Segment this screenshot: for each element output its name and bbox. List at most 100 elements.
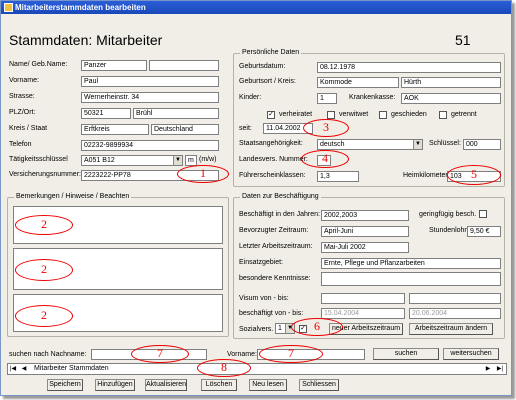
search-button[interactable]: suchen — [373, 348, 439, 360]
search-firstname-label: Vorname: — [227, 351, 257, 358]
annotation-8: 8 — [197, 359, 251, 377]
search-lastname-label: suchen nach Nachname: — [9, 351, 87, 358]
stundenlohn-label: Stundenlohn: — [429, 227, 471, 234]
sozialvers-value: 1 — [278, 325, 282, 332]
close-button[interactable]: Schliessen — [299, 379, 339, 391]
telefon-field[interactable]: 02232-9899934 — [81, 140, 219, 151]
telefon-label: Telefon — [9, 141, 32, 148]
first-record-icon[interactable]: |◀ — [9, 364, 17, 374]
stundenlohn-field[interactable]: 9,50 € — [467, 226, 501, 237]
geschieden-checkbox[interactable] — [379, 111, 387, 119]
annotation-7b: 7 — [259, 345, 323, 363]
schluessel-field[interactable]: 000 — [463, 139, 501, 150]
annotation-1: 1 — [177, 165, 229, 183]
staat-field[interactable]: Deutschland — [151, 124, 219, 135]
plz-field[interactable]: 50321 — [81, 108, 131, 119]
last-record-icon[interactable]: ▶| — [496, 364, 504, 374]
geburtsort-label: Geburtsort / Kreis: — [239, 78, 296, 85]
heimkilometer-label: Heimkilometer: — [403, 172, 450, 179]
ort-field[interactable]: Brühl — [133, 108, 219, 119]
taetigkeit-select[interactable]: A051 B12 ▼ — [81, 155, 183, 166]
geburtsort-field[interactable]: Kommode — [317, 77, 399, 88]
staatsangehoerigkeit-label: Staatsangehörigkeit: — [239, 140, 303, 147]
add-button[interactable]: Hinzufügen — [95, 379, 135, 391]
strasse-label: Strasse: — [9, 93, 35, 100]
getrennt-label: getrennt — [451, 111, 477, 118]
annotation-2a: 2 — [15, 215, 73, 235]
landesvers-label: Landesvers. Nummer: — [239, 156, 308, 163]
employment-caption: Daten zur Beschäftigung — [240, 193, 321, 200]
birth-name-field[interactable] — [149, 60, 219, 71]
kenntnisse-field[interactable] — [321, 272, 501, 286]
plz-label: PLZ/Ort: — [9, 109, 36, 116]
verheiratet-label: verheiratet — [279, 111, 313, 118]
schluessel-label: Schlüssel: — [429, 140, 461, 147]
zeitraum-field[interactable]: April-Juni — [321, 226, 409, 237]
getrennt-checkbox[interactable] — [439, 111, 447, 119]
beschaeftigt-to-field[interactable]: 20.06.2004 — [409, 308, 501, 319]
geschieden-label: geschieden — [391, 111, 427, 118]
delete-button[interactable]: Löschen — [201, 379, 237, 391]
seit-label: seit: — [239, 125, 252, 132]
strasse-field[interactable]: Wernerheinstr. 34 — [81, 92, 219, 103]
staatsangehoerigkeit-select[interactable]: deutsch ▼ — [317, 139, 423, 150]
geburtskreis-field[interactable]: Hürth — [401, 77, 501, 88]
geburtsdatum-label: Geburtsdatum: — [239, 63, 286, 70]
verwitwet-checkbox[interactable] — [327, 111, 335, 119]
personal-data-caption: Persönliche Daten — [240, 49, 302, 56]
einsatz-field[interactable]: Ernte, Pflege und Pflanzarbeiten — [321, 258, 501, 269]
record-navigator: |◀ ◀ Mitarbeiter Stammdaten ▶ ▶| — [7, 363, 507, 375]
annotation-2c: 2 — [15, 305, 73, 327]
beschaeftigt-from-field[interactable]: 15.04.2004 — [321, 308, 405, 319]
refresh-button[interactable]: Aktualisieren — [145, 379, 187, 391]
dropdown-arrow-icon[interactable]: ▼ — [413, 140, 422, 149]
name-label: Name/ Geb.Name: — [9, 61, 68, 68]
change-period-button[interactable]: Arbeitszeitraum ändern — [409, 323, 493, 335]
kreis-label: Kreis / Staat — [9, 125, 48, 132]
app-icon — [4, 3, 13, 12]
search-next-button[interactable]: weitersuchen — [443, 348, 499, 360]
vorname-field[interactable]: Paul — [81, 76, 219, 87]
next-record-icon[interactable]: ▶ — [484, 364, 492, 374]
fuehrerschein-field[interactable]: 1,3 — [317, 171, 359, 182]
annotation-5: 5 — [447, 165, 501, 185]
krankenkasse-field[interactable]: AOK — [401, 93, 501, 104]
visum-label: Visum von - bis: — [239, 295, 289, 302]
vorname-label: Vorname: — [9, 77, 39, 84]
annotation-3: 3 — [303, 119, 349, 137]
sozialvers-label: Sozialvers. — [239, 326, 274, 333]
kinder-field[interactable]: 1 — [317, 93, 337, 104]
save-button[interactable]: Speichern — [47, 379, 83, 391]
verheiratet-checkbox[interactable]: ✓ — [267, 111, 275, 119]
fuehrerschein-label: Führerscheinklassen: — [239, 172, 306, 179]
prev-record-icon[interactable]: ◀ — [20, 364, 28, 374]
visum-to-field[interactable] — [409, 293, 501, 304]
window-title: Mitarbeiterstammdaten bearbeiten — [15, 3, 146, 12]
annotation-2b: 2 — [15, 259, 73, 281]
taetigkeit-label: Tätigkeitsschlüssel — [9, 156, 68, 163]
name-field[interactable]: Panzer — [81, 60, 147, 71]
visum-from-field[interactable] — [321, 293, 405, 304]
reload-button[interactable]: Neu lesen — [249, 379, 287, 391]
versicherung-label: Versicherungsnummer: — [9, 171, 81, 178]
dropdown-arrow-icon[interactable]: ▼ — [173, 156, 182, 165]
verwitwet-label: verwitwet — [339, 111, 369, 118]
geringfuegig-checkbox[interactable] — [479, 210, 487, 218]
staatsangehoerigkeit-value: deutsch — [320, 141, 345, 148]
gender-hint: (m/w) — [199, 156, 217, 163]
kreis-field[interactable]: Erftkreis — [81, 124, 149, 135]
letzter-field[interactable]: Mai-Juli 2002 — [321, 242, 409, 253]
letzter-label: Letzter Arbeitszeitraum: — [239, 243, 313, 250]
krankenkasse-label: Krankenkasse: — [349, 94, 396, 101]
taetigkeit-value: A051 B12 — [84, 157, 115, 164]
jahre-label: Beschäftigt in den Jahren: — [239, 211, 320, 218]
geburtsdatum-field[interactable]: 08.12.1978 — [317, 62, 501, 73]
title-bar: Mitarbeiterstammdaten bearbeiten — [1, 1, 511, 14]
annotation-6: 6 — [291, 318, 343, 336]
main-window: Mitarbeiterstammdaten bearbeiten Stammda… — [0, 0, 512, 396]
remarks-caption: Bemerkungen / Hinweise / Beachten — [14, 193, 132, 200]
navigator-label: Mitarbeiter Stammdaten — [34, 365, 109, 372]
annotation-7a: 7 — [131, 345, 189, 363]
jahre-field[interactable]: 2002,2003 — [321, 210, 409, 221]
page-title: Stammdaten: Mitarbeiter — [9, 32, 163, 48]
